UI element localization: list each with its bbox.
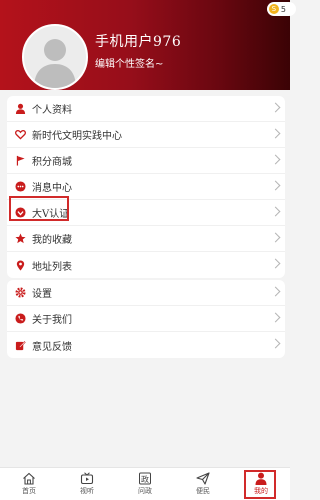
menu-item-label: 积分商城 [32,157,72,168]
edit-signature-link[interactable]: 编辑个性签名~ [95,55,163,70]
menu-item-label: 设置 [32,289,52,300]
menu-card-settings: 设置 关于我们 意见反馈 [7,280,285,358]
tab-audiovisual[interactable]: 视听 [58,468,116,500]
tab-politics[interactable]: 政 问政 [116,468,174,500]
chevron-right-icon [270,128,281,139]
menu-item-feedback[interactable]: 意见反馈 [7,332,285,358]
flag-icon [14,155,26,167]
chevron-right-icon [270,338,281,349]
location-icon [14,259,26,271]
chevron-right-icon [270,286,281,297]
avatar-placeholder-icon [34,39,76,88]
menu-card-main: 个人资料 新时代文明实践中心 积分商城 消息中心 大V认证 我的收藏 地址列表 [7,96,285,278]
menu-item-points-mall[interactable]: 积分商城 [7,148,285,174]
profile-header: 手机用户976 编辑个性签名~ S 5 [0,0,296,90]
menu-item-label: 我的收藏 [32,235,72,246]
menu-item-address-list[interactable]: 地址列表 [7,252,285,278]
menu-item-profile[interactable]: 个人资料 [7,96,285,122]
chevron-right-icon [270,232,281,243]
chevron-right-icon [270,206,281,217]
annotation-highlight-box-tab [244,470,276,499]
chevron-right-icon [270,102,281,113]
person-icon [14,103,26,115]
menu-item-label: 地址列表 [32,261,72,273]
coin-badge[interactable]: S 5 [266,2,296,16]
tab-home[interactable]: 首页 [0,468,58,500]
chevron-right-icon [270,312,281,323]
tab-label: 视听 [80,487,94,495]
annotation-highlight-box [9,196,69,221]
tv-icon [80,472,94,485]
tab-label: 便民 [196,487,210,495]
coin-icon: S [268,4,279,14]
menu-item-civilization-center[interactable]: 新时代文明实践中心 [7,122,285,148]
send-icon [196,472,210,485]
menu-item-label: 新时代文明实践中心 [32,131,122,142]
message-icon [14,181,26,193]
chevron-right-icon [270,258,281,269]
menu-item-label: 个人资料 [32,105,72,116]
menu-item-settings[interactable]: 设置 [7,280,285,306]
svg-text:政: 政 [141,474,149,484]
chevron-right-icon [270,180,281,191]
menu-item-about-us[interactable]: 关于我们 [7,306,285,332]
star-icon [14,233,26,245]
username[interactable]: 手机用户976 [95,31,181,51]
heart-icon [14,129,26,141]
phone-icon [14,313,26,325]
tab-convenience[interactable]: 便民 [174,468,232,500]
tab-label: 问政 [138,487,152,495]
coin-count: 5 [280,4,286,14]
chevron-right-icon [270,154,281,165]
menu-item-label: 关于我们 [32,315,72,326]
menu-item-favorites[interactable]: 我的收藏 [7,226,285,252]
avatar[interactable] [22,24,88,90]
menu-item-label: 消息中心 [32,183,72,194]
tab-label: 首页 [22,487,36,495]
home-icon [23,472,35,485]
politics-icon: 政 [139,472,151,485]
menu-item-label: 意见反馈 [32,341,72,353]
gear-icon [14,287,26,299]
edit-icon [14,339,26,351]
